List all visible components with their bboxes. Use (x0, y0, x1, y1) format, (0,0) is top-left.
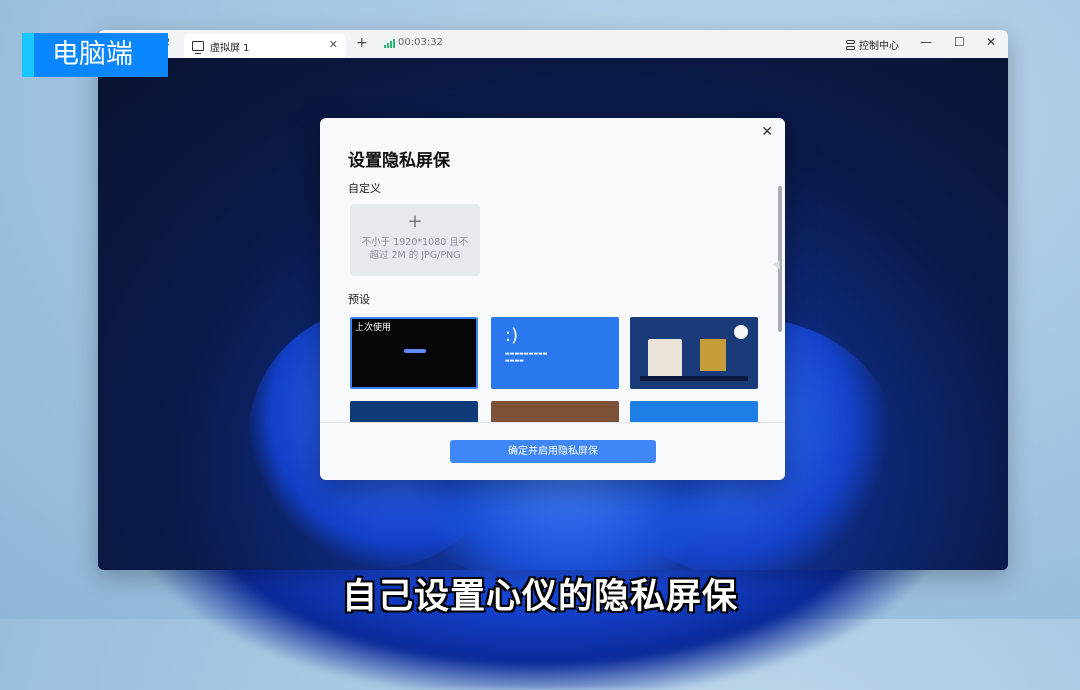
preset-thumbnail-5[interactable] (491, 401, 619, 423)
dialog-title: 设置隐私屏保 (348, 151, 450, 171)
thumbnail-decoration: ▬▬▬▬▬▬▬▬▬ ▬▬▬▬ (505, 351, 548, 364)
session-timer: 00:03:32 (398, 37, 443, 48)
tab-virtual-screen-1[interactable]: 虚拟屏 1 ✕ (184, 34, 346, 58)
logo-icon (404, 349, 426, 353)
tab-close-icon[interactable]: ✕ (329, 38, 338, 51)
monitor-icon (192, 41, 204, 54)
video-subtitle: 自己设置心仪的隐私屏保 (341, 577, 738, 617)
custom-section-label: 自定义 (348, 182, 381, 195)
preset-thumbnail-6[interactable] (630, 401, 758, 423)
maximize-button[interactable]: ☐ (954, 35, 965, 49)
preset-thumbnail-blue-screen[interactable]: :) ▬▬▬▬▬▬▬▬▬ ▬▬▬▬ (491, 317, 619, 389)
window-titlebar: 2 虚拟屏 1 ✕ + 00:03:32 控制中心 — ☐ ✕ (98, 30, 1008, 59)
confirm-enable-button[interactable]: 确定并启用隐私屏保 (450, 440, 656, 463)
preset-thumbnail-last-used[interactable]: 上次使用 (350, 317, 478, 389)
device-tag: 电脑端 (22, 33, 168, 77)
desk-illustration (640, 376, 748, 381)
preset-section-label: 预设 (348, 293, 370, 306)
smiley-icon: :) (505, 325, 519, 346)
new-tab-button[interactable]: + (356, 35, 368, 51)
tab-label: 虚拟屏 1 (210, 42, 250, 54)
dialog-close-icon[interactable]: ✕ (761, 124, 773, 140)
preset-thumbnail-4[interactable] (350, 401, 478, 423)
signal-strength-icon (384, 39, 395, 48)
last-used-tag: 上次使用 (355, 323, 392, 333)
control-center-label: 控制中心 (859, 41, 899, 52)
preset-thumbnail-office-illustration[interactable] (630, 317, 758, 389)
upload-hint: 不小于 1920*1080 且不超过 2M 的 JPG/PNG (361, 237, 469, 261)
clock-icon (734, 325, 748, 339)
close-window-button[interactable]: ✕ (986, 35, 996, 49)
upload-image-button[interactable]: + 不小于 1920*1080 且不超过 2M 的 JPG/PNG (350, 204, 480, 276)
paper-stack-illustration (648, 339, 682, 381)
control-center-button[interactable]: 控制中心 (846, 37, 899, 52)
privacy-screensaver-dialog: ✕ 设置隐私屏保 自定义 + 不小于 1920*1080 且不超过 2M 的 J… (320, 118, 785, 480)
control-center-icon (846, 39, 855, 50)
dialog-scrollbar[interactable] (778, 186, 782, 332)
footer-divider (320, 422, 785, 423)
lamp-light-illustration (700, 339, 726, 371)
plus-icon: + (407, 211, 423, 232)
minimize-button[interactable]: — (920, 35, 932, 49)
